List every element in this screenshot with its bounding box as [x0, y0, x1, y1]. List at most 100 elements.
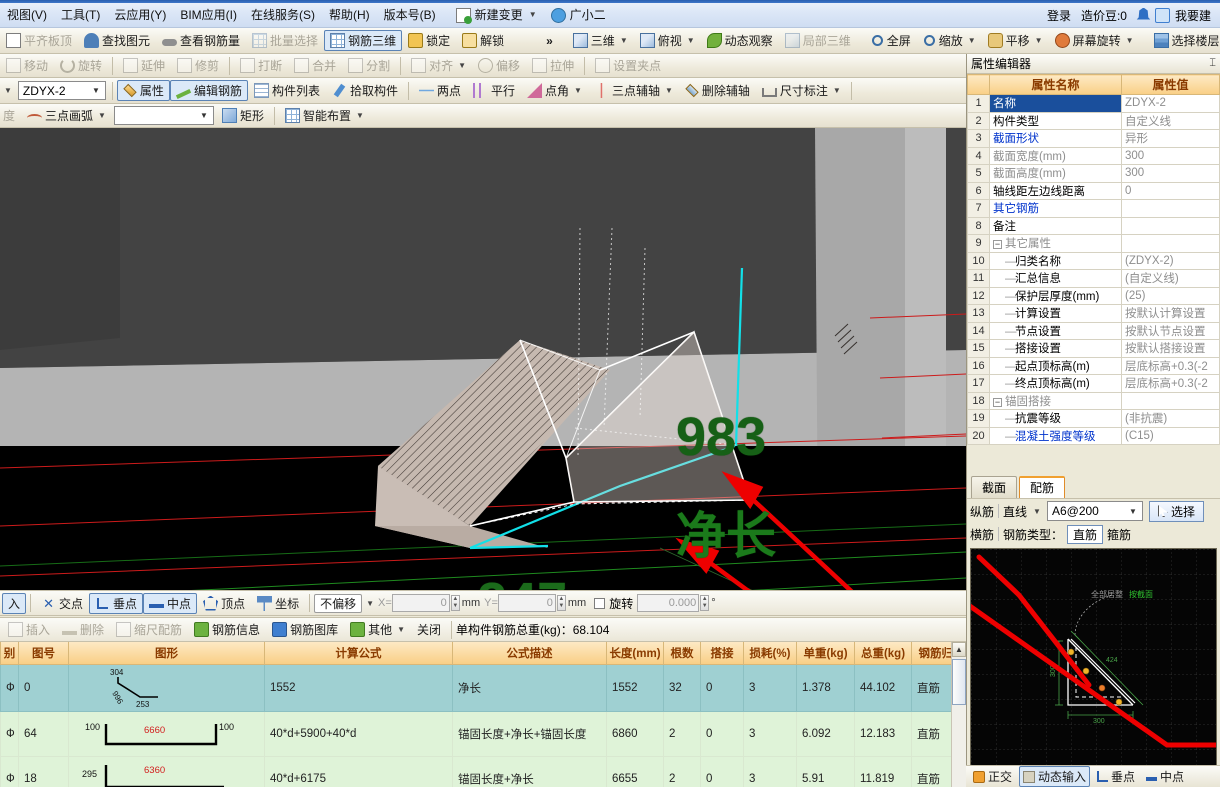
toolbar-pick-component[interactable]: 拾取构件	[326, 80, 404, 101]
rebar-close[interactable]: 关闭	[411, 619, 447, 640]
property-row[interactable]: 14—节点设置按默认节点设置	[968, 322, 1220, 340]
toolbar-parallel-axis[interactable]: 平行	[467, 80, 521, 101]
section-preview[interactable]: 全部居整 按截面 300 300 424	[970, 548, 1217, 776]
status-dynamic-input[interactable]: 动态输入	[1019, 766, 1090, 787]
table-scrollbar[interactable]: ▲	[951, 642, 966, 787]
property-row[interactable]: 19—抗震等级(非抗震)	[968, 410, 1220, 428]
toolbar-find-element[interactable]: 查找图元	[78, 30, 156, 51]
property-row-value[interactable]: 层底标高+0.3(-2	[1122, 357, 1220, 375]
property-row-value[interactable]	[1122, 235, 1220, 253]
snap-midpoint[interactable]: 中点	[143, 593, 197, 614]
table-row[interactable]: Ф 64 100 100 6660 40*d+5900+40*d	[0, 711, 966, 756]
property-row-value[interactable]: (自定义线)	[1122, 270, 1220, 288]
property-row-value[interactable]: (ZDYX-2)	[1122, 252, 1220, 270]
th-tuhao[interactable]: 图号	[19, 642, 69, 664]
th-level[interactable]: 别	[1, 642, 19, 664]
rotate-checkbox[interactable]	[594, 598, 605, 609]
component-name-combo[interactable]: ZDYX-2 ▼	[18, 81, 106, 100]
th-length[interactable]: 长度(mm)	[607, 642, 664, 664]
draw-style-combo[interactable]: ▼	[114, 106, 214, 125]
toolbar-edit-rebar[interactable]: 编辑钢筋	[170, 80, 248, 101]
scroll-up-arrow-icon[interactable]: ▲	[952, 642, 966, 657]
collapse-icon[interactable]: −	[993, 398, 1002, 407]
menu-item-3[interactable]: BIM应用(I)	[173, 4, 244, 26]
menu-item-4[interactable]: 在线服务(S)	[244, 4, 322, 26]
property-row[interactable]: 13—计算设置按默认计算设置	[968, 305, 1220, 323]
chevron-down-icon[interactable]: ▼	[687, 36, 695, 45]
th-formula[interactable]: 计算公式	[265, 642, 453, 664]
property-row-value[interactable]	[1122, 217, 1220, 235]
login-link[interactable]: 登录	[1042, 7, 1076, 24]
chevron-down-icon[interactable]: ▼	[397, 625, 405, 634]
toolbar-properties[interactable]: 属性	[117, 80, 170, 101]
toolbar-rebar-3d[interactable]: 钢筋三维	[324, 30, 402, 51]
tab-section[interactable]: 截面	[971, 476, 1017, 498]
snap-intersection[interactable]: ✕ 交点	[35, 593, 89, 614]
property-grid-wrap[interactable]: 属性名称 属性值 1名称ZDYX-22构件类型自定义线3截面形状异形4截面宽度(…	[967, 74, 1220, 478]
th-lap[interactable]: 搭接	[701, 642, 744, 664]
status-ortho[interactable]: 正交	[969, 766, 1016, 787]
property-row[interactable]: 3截面形状异形	[968, 130, 1220, 148]
menu-item-5[interactable]: 帮助(H)	[322, 4, 377, 26]
snap-perpendicular[interactable]: 垂点	[89, 593, 143, 614]
property-row-value[interactable]: 0	[1122, 182, 1220, 200]
snap-insert[interactable]: 入	[2, 593, 26, 614]
property-row[interactable]: 7其它钢筋	[968, 200, 1220, 218]
th-unit-weight[interactable]: 单重(kg)	[797, 642, 855, 664]
user-account[interactable]: 广小二	[544, 4, 613, 26]
chevron-down-icon[interactable]: ▼	[1033, 507, 1041, 516]
select-button[interactable]: 选择	[1149, 501, 1204, 522]
table-row[interactable]: Ф 18 295 6360 40*d+6175 锚固长度+净长 6	[0, 756, 966, 787]
property-row[interactable]: 16—起点顶标高(m)层底标高+0.3(-2	[968, 357, 1220, 375]
property-row-value[interactable]	[1122, 200, 1220, 218]
tab-reinforcement[interactable]: 配筋	[1019, 476, 1065, 498]
property-row-value[interactable]: (非抗震)	[1122, 410, 1220, 428]
rebar-spec-combo[interactable]: A6@200 ▼	[1047, 501, 1143, 521]
y-input[interactable]: 0	[498, 594, 556, 612]
snap-coordinate[interactable]: 坐标	[251, 593, 305, 614]
menu-item-6[interactable]: 版本号(B)	[377, 4, 443, 26]
rebar-type-straight[interactable]: 直筋	[1067, 525, 1103, 544]
chevron-down-icon[interactable]: ▼	[574, 86, 582, 95]
toolbar-screen-rotate[interactable]: 屏幕旋转 ▼	[1049, 30, 1140, 51]
property-row-value[interactable]: 按默认计算设置	[1122, 305, 1220, 323]
snap-vertex[interactable]: 顶点	[197, 593, 251, 614]
pin-icon[interactable]: ⌶	[1209, 57, 1216, 70]
chevron-down-icon[interactable]: ▼	[1126, 507, 1140, 516]
status-midpoint[interactable]: 中点	[1142, 766, 1188, 787]
th-desc[interactable]: 公式描述	[453, 642, 607, 664]
chevron-down-icon[interactable]: ▼	[665, 86, 673, 95]
rebar-library[interactable]: 钢筋图库	[266, 619, 344, 640]
new-change-button[interactable]: 新建变更 ▼	[449, 4, 544, 26]
menu-item-0[interactable]: 视图(V)	[0, 4, 54, 26]
property-row-value[interactable]: 自定义线	[1122, 112, 1220, 130]
x-input[interactable]: 0	[392, 594, 450, 612]
toolbar-two-point-axis[interactable]: 两点	[413, 80, 467, 101]
chevron-down-icon[interactable]: ▼	[620, 36, 628, 45]
toolbar-delete-axis[interactable]: 删除辅轴	[679, 80, 756, 101]
scrollbar-thumb[interactable]	[952, 659, 966, 705]
rebar-info[interactable]: 钢筋信息	[188, 619, 266, 640]
toolbar-view-rebar-qty[interactable]: 查看钢筋量	[156, 30, 246, 51]
toolbar-component-list[interactable]: 构件列表	[248, 80, 326, 101]
chevron-down-icon[interactable]: ▼	[4, 86, 12, 95]
rotate-input[interactable]: 0.000	[637, 594, 699, 612]
status-perpendicular[interactable]: 垂点	[1093, 766, 1139, 787]
property-row[interactable]: 2构件类型自定义线	[968, 112, 1220, 130]
th-loss[interactable]: 损耗(%)	[744, 642, 797, 664]
property-row-value[interactable]	[1122, 392, 1220, 410]
property-row-value[interactable]: 300	[1122, 147, 1220, 165]
3d-viewport[interactable]: 983 净长 247 1552 2	[0, 128, 966, 590]
toolbar-pan[interactable]: 平移 ▼	[982, 30, 1049, 51]
property-row-value[interactable]: (25)	[1122, 287, 1220, 305]
chevron-down-icon[interactable]: ▼	[356, 111, 364, 120]
toolbar-top-view[interactable]: 俯视 ▼	[634, 30, 701, 51]
property-row[interactable]: 1名称ZDYX-2	[968, 95, 1220, 113]
property-row[interactable]: 8备注	[968, 217, 1220, 235]
chevron-down-icon[interactable]: ▼	[366, 599, 374, 608]
property-row-value[interactable]: 按默认节点设置	[1122, 322, 1220, 340]
property-row-value[interactable]: ZDYX-2	[1122, 95, 1220, 113]
property-row-value[interactable]: (C15)	[1122, 427, 1220, 445]
property-row[interactable]: 9−其它属性	[968, 235, 1220, 253]
message-icon[interactable]	[1155, 8, 1170, 23]
